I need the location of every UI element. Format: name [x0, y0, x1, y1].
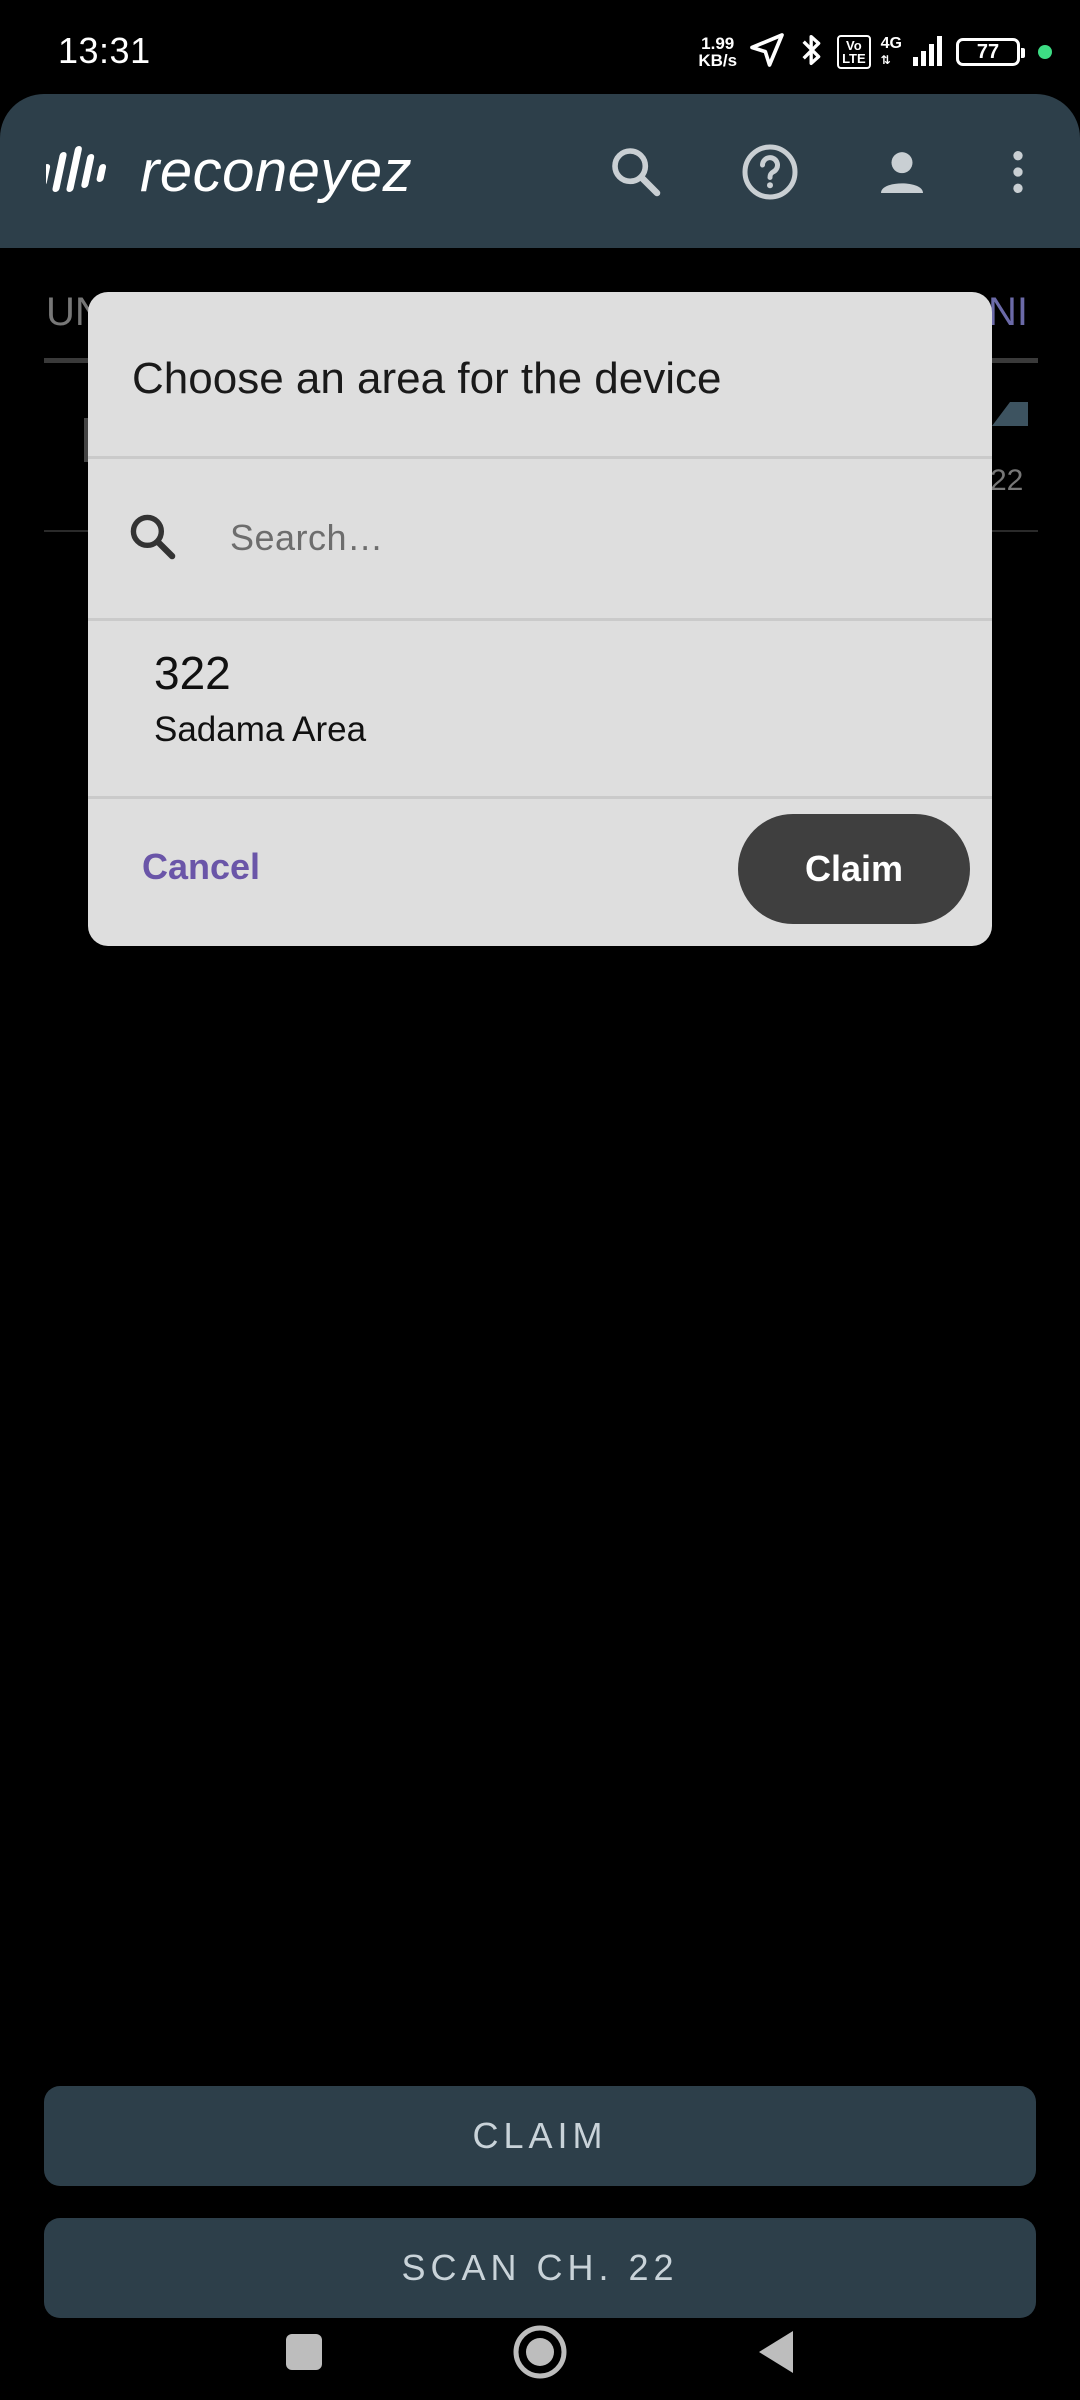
signal-icon: [912, 33, 946, 72]
network-speed-unit: KB/s: [698, 51, 738, 70]
dialog-divider-list: [88, 796, 992, 799]
network-speed-value: 1.99: [701, 34, 735, 53]
search-icon: [130, 514, 176, 560]
dialog-divider-top: [88, 456, 992, 459]
claim-dialog-button[interactable]: Claim: [738, 814, 970, 924]
dialog-title: Choose an area for the device: [132, 354, 722, 403]
more-options-button[interactable]: [986, 140, 1050, 204]
network-type-label: 4G: [880, 35, 902, 52]
area-search-input[interactable]: [230, 508, 930, 568]
bluetooth-icon: [797, 30, 827, 75]
screen: 13:31 1.99 KB/s Vo LTE 4G ⇅ 77 reconeyez…: [0, 0, 1080, 2400]
volte-bottom-label: LTE: [842, 51, 866, 66]
battery-level: 77: [976, 40, 1000, 63]
status-bar: 13:31 1.99 KB/s Vo LTE 4G ⇅ 77: [0, 0, 1080, 96]
area-name: Sadama Area: [154, 710, 367, 749]
area-list-item[interactable]: 322 Sadama Area: [88, 622, 992, 764]
network-speed: 1.99 KB/s: [698, 35, 737, 69]
choose-area-dialog: Choose an area for the device 322 Sadama…: [88, 292, 992, 946]
brand-name: reconeyez: [140, 139, 413, 204]
search-field-icon: [126, 510, 180, 564]
recents-button[interactable]: [272, 2320, 336, 2384]
battery-icon: 77: [956, 38, 1025, 66]
signal-triangle-icon: [992, 402, 1028, 426]
search-icon: [612, 148, 661, 197]
cancel-button[interactable]: Cancel: [142, 846, 260, 888]
device-row-number-peek: 22: [990, 464, 1024, 497]
navigation-bar: [0, 2300, 1080, 2400]
more-vert-icon: [1013, 151, 1023, 193]
data-arrows-icon: ⇅: [880, 53, 891, 67]
help-icon: [742, 144, 798, 200]
location-arrow-icon: [747, 30, 787, 75]
back-button[interactable]: [744, 2320, 808, 2384]
claim-button[interactable]: CLAIM: [44, 2086, 1036, 2186]
dialog-divider-search: [88, 618, 992, 621]
tab-right-peek[interactable]: NI: [988, 290, 1028, 335]
back-triangle-icon: [759, 2331, 793, 2373]
logo-icon: [46, 146, 107, 192]
app-bar: reconeyez: [0, 94, 1080, 248]
volte-icon: Vo LTE: [837, 35, 871, 69]
recents-square-icon: [286, 2334, 322, 2370]
help-button[interactable]: [738, 140, 802, 204]
home-circle-icon: [513, 2325, 567, 2379]
status-dot-icon: [1038, 45, 1052, 59]
status-time: 13:31: [58, 30, 151, 71]
area-number: 322: [154, 647, 231, 699]
network-type: 4G ⇅: [881, 36, 902, 68]
account-icon: [881, 152, 923, 193]
search-button[interactable]: [604, 140, 668, 204]
account-button[interactable]: [870, 140, 934, 204]
home-button[interactable]: [508, 2320, 572, 2384]
status-icons: 1.99 KB/s Vo LTE 4G ⇅ 77: [698, 30, 1052, 74]
